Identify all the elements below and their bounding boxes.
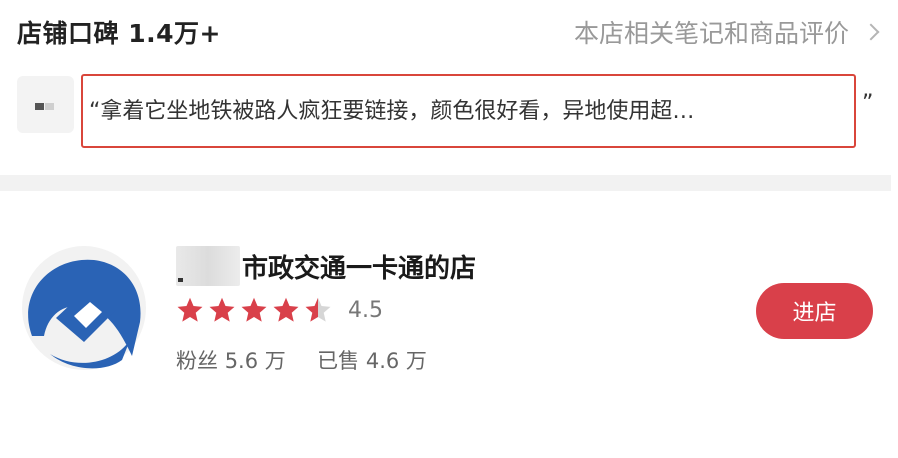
page: 店铺口碑 1.4万+ 本店相关笔记和商品评价 “拿着它坐地铁被路人疯狂要链接，颜… bbox=[0, 0, 898, 458]
star-icon bbox=[177, 297, 203, 322]
sold-label: 已售 bbox=[317, 349, 360, 373]
store-rating: 4.5 bbox=[176, 295, 383, 325]
star-icon bbox=[305, 297, 331, 322]
star-icon bbox=[241, 297, 267, 322]
store-stats: 粉丝 5.6 万 已售 4.6 万 bbox=[176, 345, 427, 375]
review-thumbnail bbox=[17, 76, 74, 133]
related-notes-link[interactable]: 本店相关笔记和商品评价 bbox=[573, 14, 880, 50]
rating-stars bbox=[176, 296, 336, 324]
thumbnail-mark bbox=[35, 103, 44, 110]
fans-value: 5.6 万 bbox=[224, 349, 286, 373]
review-header: 店铺口碑 1.4万+ 本店相关笔记和商品评价 bbox=[17, 10, 880, 54]
rating-value: 4.5 bbox=[348, 297, 383, 323]
star-icon bbox=[273, 297, 299, 322]
thumbnail-mark-light bbox=[45, 103, 54, 110]
review-title: 店铺口碑 1.4万+ bbox=[17, 19, 221, 48]
review-quote-close: ” bbox=[862, 91, 874, 116]
store-name-text: 市政交通一卡通的店 bbox=[242, 253, 477, 284]
review-quote-text: “拿着它坐地铁被路人疯狂要链接，颜色很好看，异地使用超… bbox=[89, 99, 695, 124]
chevron-right-icon bbox=[862, 23, 880, 41]
enter-store-button[interactable]: 进店 bbox=[756, 283, 873, 339]
related-notes-label: 本店相关笔记和商品评价 bbox=[573, 19, 849, 48]
review-item[interactable]: “拿着它坐地铁被路人疯狂要链接，颜色很好看，异地使用超… ” bbox=[17, 74, 879, 154]
star-icon bbox=[209, 297, 235, 322]
fans-label: 粉丝 bbox=[176, 349, 218, 373]
store-name[interactable]: 市政交通一卡通的店 bbox=[176, 246, 476, 286]
redacted-region bbox=[176, 246, 240, 286]
sold-value: 4.6 万 bbox=[365, 349, 427, 373]
review-quote-highlight: “拿着它坐地铁被路人疯狂要链接，颜色很好看，异地使用超… bbox=[81, 74, 856, 148]
store-logo[interactable] bbox=[22, 244, 146, 372]
section-divider bbox=[0, 175, 891, 191]
